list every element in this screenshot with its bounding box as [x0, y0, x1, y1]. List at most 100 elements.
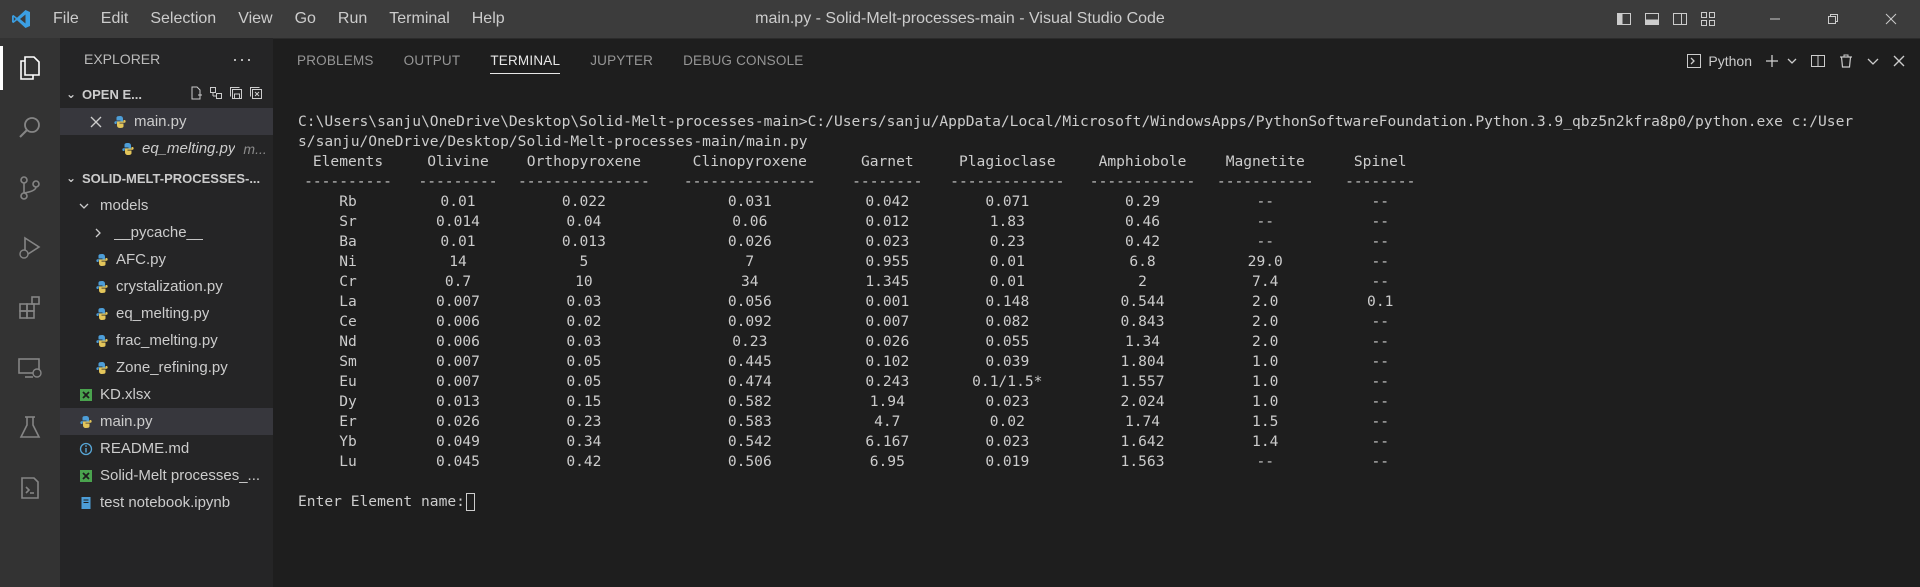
table-divider-cell: -------------	[950, 173, 1065, 190]
tab-terminal[interactable]: TERMINAL	[490, 39, 561, 83]
menu-file[interactable]: File	[42, 0, 90, 38]
table-row: Ni 14 5 7 0.955 0.01 6.8 29.0 --	[298, 252, 1425, 272]
excel-file-icon	[78, 387, 94, 403]
menu-go[interactable]: Go	[284, 0, 327, 38]
extensions-icon[interactable]	[0, 278, 60, 338]
tree-file-eq-melting-py[interactable]: eq_melting.py	[60, 300, 273, 327]
table-cell: 6.167	[865, 433, 910, 450]
explorer-title: EXPLORER	[84, 51, 161, 67]
open-editor-main-py[interactable]: main.py	[60, 108, 273, 135]
table-cell: --	[1371, 233, 1390, 250]
tab-problems[interactable]: PROBLEMS	[297, 39, 374, 83]
tree-item-label: models	[100, 197, 149, 214]
open-editor-eq-melting-py[interactable]: eq_melting.py m...	[60, 135, 273, 162]
terminal-output[interactable]: C:\Users\sanju\OneDrive\Desktop\Solid-Me…	[298, 112, 1853, 512]
new-terminal-icon[interactable]	[1758, 39, 1786, 83]
maximize-panel-icon[interactable]	[1860, 39, 1886, 83]
table-cell: --	[1371, 413, 1390, 430]
split-terminal-icon[interactable]	[1804, 39, 1832, 83]
python-file-icon	[94, 306, 110, 322]
table-cell: Sm	[339, 353, 357, 370]
tree-file-crystalization-py[interactable]: crystalization.py	[60, 273, 273, 300]
source-control-icon[interactable]	[0, 158, 60, 218]
menu-view[interactable]: View	[227, 0, 283, 38]
tree-folder-models[interactable]: models	[60, 192, 273, 219]
close-editor-icon[interactable]	[90, 116, 104, 128]
python-file-icon	[94, 279, 110, 295]
open-editors-label: OPEN E...	[82, 86, 142, 102]
close-panel-icon[interactable]	[1886, 39, 1912, 83]
terminal-prompt: Enter Element name:	[298, 492, 1853, 512]
tab-output[interactable]: OUTPUT	[404, 39, 461, 83]
table-cell: 1.94	[869, 393, 905, 410]
menu-terminal[interactable]: Terminal	[378, 0, 460, 38]
restore-icon[interactable]	[1804, 0, 1862, 38]
open-editors-section[interactable]: ⌄ OPEN E...	[60, 80, 273, 108]
table-cell: 0.582	[727, 393, 772, 410]
table-cell: 0.23	[566, 413, 602, 430]
save-all-icon[interactable]	[229, 86, 243, 103]
table-cell: 0.049	[436, 433, 480, 450]
tree-file-afc-py[interactable]: AFC.py	[60, 246, 273, 273]
terminal-selector[interactable]: Python	[1680, 39, 1758, 83]
tree-file-frac-melting-py[interactable]: frac_melting.py	[60, 327, 273, 354]
terminal-cursor[interactable]	[465, 493, 475, 511]
table-cell: 0.006	[436, 313, 480, 330]
menu-run[interactable]: Run	[327, 0, 378, 38]
tab-jupyter[interactable]: JUPYTER	[590, 39, 653, 83]
table-cell: 10	[575, 273, 593, 290]
close-all-editors-icon[interactable]	[249, 86, 263, 103]
bottom-panel: PROBLEMS OUTPUT TERMINAL JUPYTER DEBUG C…	[273, 38, 1920, 587]
table-cell: 0.026	[436, 413, 480, 430]
run-debug-icon[interactable]	[0, 218, 60, 278]
minimize-icon[interactable]	[1746, 0, 1804, 38]
testing-icon[interactable]	[0, 398, 60, 458]
search-icon[interactable]	[0, 98, 60, 158]
table-cell: 0.019	[985, 453, 1030, 470]
table-cell: --	[1371, 333, 1390, 350]
tree-file-readme-md[interactable]: README.md	[60, 435, 273, 462]
tab-debug-console[interactable]: DEBUG CONSOLE	[683, 39, 803, 83]
tree-file-test-notebook[interactable]: test notebook.ipynb	[60, 489, 273, 516]
tree-item-label: README.md	[100, 440, 190, 457]
more-actions-icon[interactable]: ···	[232, 49, 253, 70]
tree-file-solid-melt-xlsx[interactable]: Solid-Melt processes_...	[60, 462, 273, 489]
table-cell: --	[1371, 393, 1390, 410]
explorer-icon[interactable]	[0, 38, 60, 98]
menu-help[interactable]: Help	[461, 0, 516, 38]
terminal-view-icon[interactable]	[0, 458, 60, 518]
table-row: Cr 0.7 10 34 1.345 0.01 2 7.4 --	[298, 272, 1425, 292]
table-divider-cell: ------------	[1089, 173, 1196, 190]
new-untitled-file-icon[interactable]	[189, 86, 203, 103]
tree-file-zone-refining-py[interactable]: Zone_refining.py	[60, 354, 273, 381]
tree-item-label: test notebook.ipynb	[100, 494, 231, 511]
menu-selection[interactable]: Selection	[139, 0, 227, 38]
chevron-down-icon[interactable]	[1786, 39, 1804, 83]
toggle-vertical-layout-icon[interactable]	[209, 86, 223, 103]
tree-file-kd-xlsx[interactable]: KD.xlsx	[60, 381, 273, 408]
table-cell: 6.95	[869, 453, 905, 470]
table-cell: 0.06	[732, 213, 768, 230]
table-cell: 1.0	[1252, 373, 1279, 390]
folder-section[interactable]: ⌄ SOLID-MELT-PROCESSES-...	[60, 164, 273, 192]
close-window-icon[interactable]	[1862, 0, 1920, 38]
table-row: Rb 0.01 0.022 0.031 0.042 0.071 0.29 -- --	[298, 192, 1425, 212]
toggle-primary-sidebar-icon[interactable]	[1610, 0, 1638, 38]
python-file-icon	[112, 114, 128, 130]
table-cell: --	[1256, 233, 1275, 250]
menu-bar: File Edit Selection View Go Run Terminal…	[42, 0, 516, 38]
trash-icon[interactable]	[1832, 39, 1860, 83]
remote-explorer-icon[interactable]	[0, 338, 60, 398]
table-cell: 0.02	[566, 313, 602, 330]
tree-file-main-py[interactable]: main.py	[60, 408, 273, 435]
customize-layout-icon[interactable]	[1694, 0, 1722, 38]
menu-edit[interactable]: Edit	[90, 0, 140, 38]
table-cell: --	[1371, 253, 1390, 270]
table-cell: 0.843	[1120, 313, 1165, 330]
toggle-secondary-sidebar-icon[interactable]	[1666, 0, 1694, 38]
table-cell: 0.34	[566, 433, 602, 450]
panel-tabs: PROBLEMS OUTPUT TERMINAL JUPYTER DEBUG C…	[273, 39, 834, 83]
table-cell: 0.023	[985, 433, 1030, 450]
toggle-panel-icon[interactable]	[1638, 0, 1666, 38]
tree-folder-pycache[interactable]: __pycache__	[60, 219, 273, 246]
